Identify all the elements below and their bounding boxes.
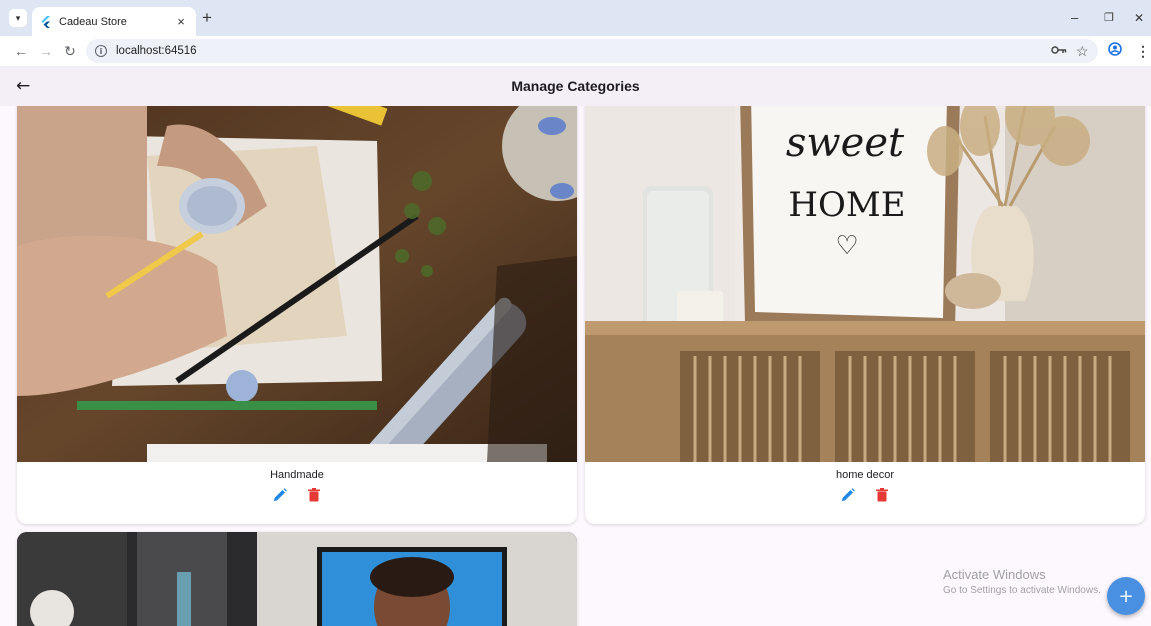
star-icon[interactable]: ☆	[1076, 42, 1089, 60]
category-card-3[interactable]	[17, 532, 577, 626]
browser-tabstrip: ▾ Cadeau Store × + – ❐ ✕	[0, 0, 1151, 36]
windows-activation-watermark: Activate Windows Go to Settings to activ…	[943, 567, 1101, 596]
watermark-title: Activate Windows	[943, 567, 1046, 582]
decor-heart: ♡	[835, 231, 858, 261]
edit-pencil-icon[interactable]	[840, 487, 856, 503]
category-card-home-decor[interactable]: sweet HOME ♡ home decor	[585, 106, 1145, 524]
tab-search-chevron-icon[interactable]: ▾	[9, 9, 27, 27]
category-image	[17, 106, 577, 462]
tab-title: Cadeau Store	[59, 15, 127, 28]
address-bar[interactable]: i localhost:64516	[86, 39, 1098, 63]
card-actions	[17, 487, 577, 503]
key-icon[interactable]	[1051, 42, 1067, 60]
minimize-icon[interactable]: –	[1071, 9, 1078, 27]
page-title: Manage Categories	[511, 78, 640, 94]
category-image	[17, 532, 577, 626]
edit-pencil-icon[interactable]	[272, 487, 288, 503]
delete-trash-icon[interactable]	[874, 487, 890, 503]
app-bar: ← Manage Categories	[0, 66, 1151, 106]
tab-close-icon[interactable]: ×	[174, 14, 188, 29]
watermark-subtitle: Go to Settings to activate Windows.	[943, 585, 1101, 596]
new-tab-icon[interactable]: +	[202, 9, 212, 27]
card-actions	[585, 487, 1145, 503]
restore-icon[interactable]: ❐	[1104, 9, 1114, 27]
category-name: home decor	[835, 469, 895, 481]
url-text: localhost:64516	[116, 45, 197, 57]
plus-icon: +	[1118, 585, 1134, 607]
site-info-icon[interactable]: i	[95, 45, 107, 57]
delete-trash-icon[interactable]	[306, 487, 322, 503]
category-name: Handmade	[270, 469, 324, 481]
decor-word-home: HOME	[788, 185, 905, 225]
flutter-favicon-icon	[41, 15, 50, 28]
reload-icon[interactable]: ↻	[61, 42, 79, 60]
category-card-handmade[interactable]: Handmade	[17, 106, 577, 524]
profile-icon[interactable]	[1108, 42, 1122, 61]
forward-nav-icon[interactable]: →	[37, 42, 55, 60]
category-image: sweet HOME ♡	[585, 106, 1145, 462]
back-nav-icon[interactable]: ←	[12, 42, 30, 60]
add-category-button[interactable]: +	[1107, 577, 1145, 615]
browser-toolbar: ← → ↻ i localhost:64516 ☆ ⋮	[0, 36, 1151, 66]
window-close-icon[interactable]: ✕	[1134, 9, 1144, 27]
category-grid: Handmade sweet HOME ♡ home decor	[0, 106, 1151, 626]
browser-tab[interactable]: Cadeau Store ×	[32, 7, 196, 36]
more-vert-icon[interactable]: ⋮	[1136, 42, 1150, 60]
decor-script-sweet: sweet	[786, 120, 905, 166]
